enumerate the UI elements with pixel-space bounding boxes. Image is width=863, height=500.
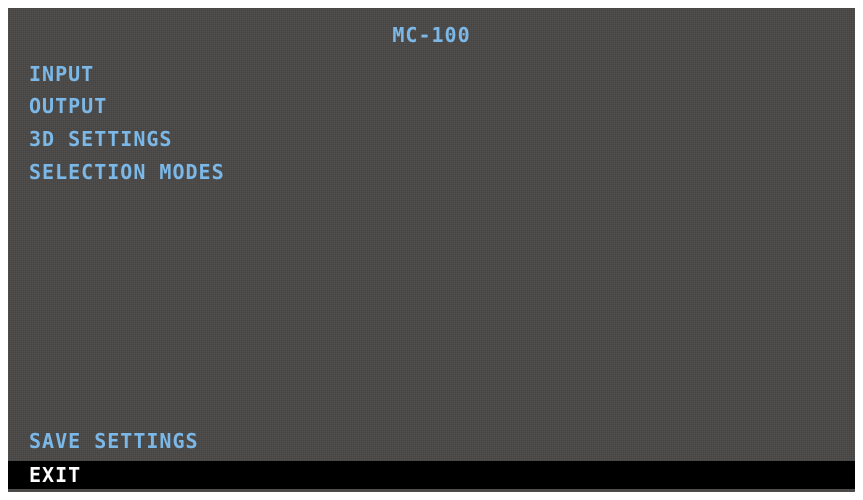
menu-item-output[interactable]: OUTPUT [8, 91, 855, 121]
menu-item-exit-selected[interactable]: EXIT [8, 461, 855, 489]
menu-item-save-settings[interactable]: SAVE SETTINGS [8, 426, 855, 456]
menu-item-selection-modes[interactable]: SELECTION MODES [8, 157, 855, 187]
menu-title: MC-100 [392, 23, 471, 47]
menu-item-3d-settings[interactable]: 3D SETTINGS [8, 124, 855, 154]
osd-menu-screen: MC-100 INPUT OUTPUT 3D SETTINGS SELECTIO… [8, 8, 855, 492]
menu-item-input[interactable]: INPUT [8, 59, 855, 89]
